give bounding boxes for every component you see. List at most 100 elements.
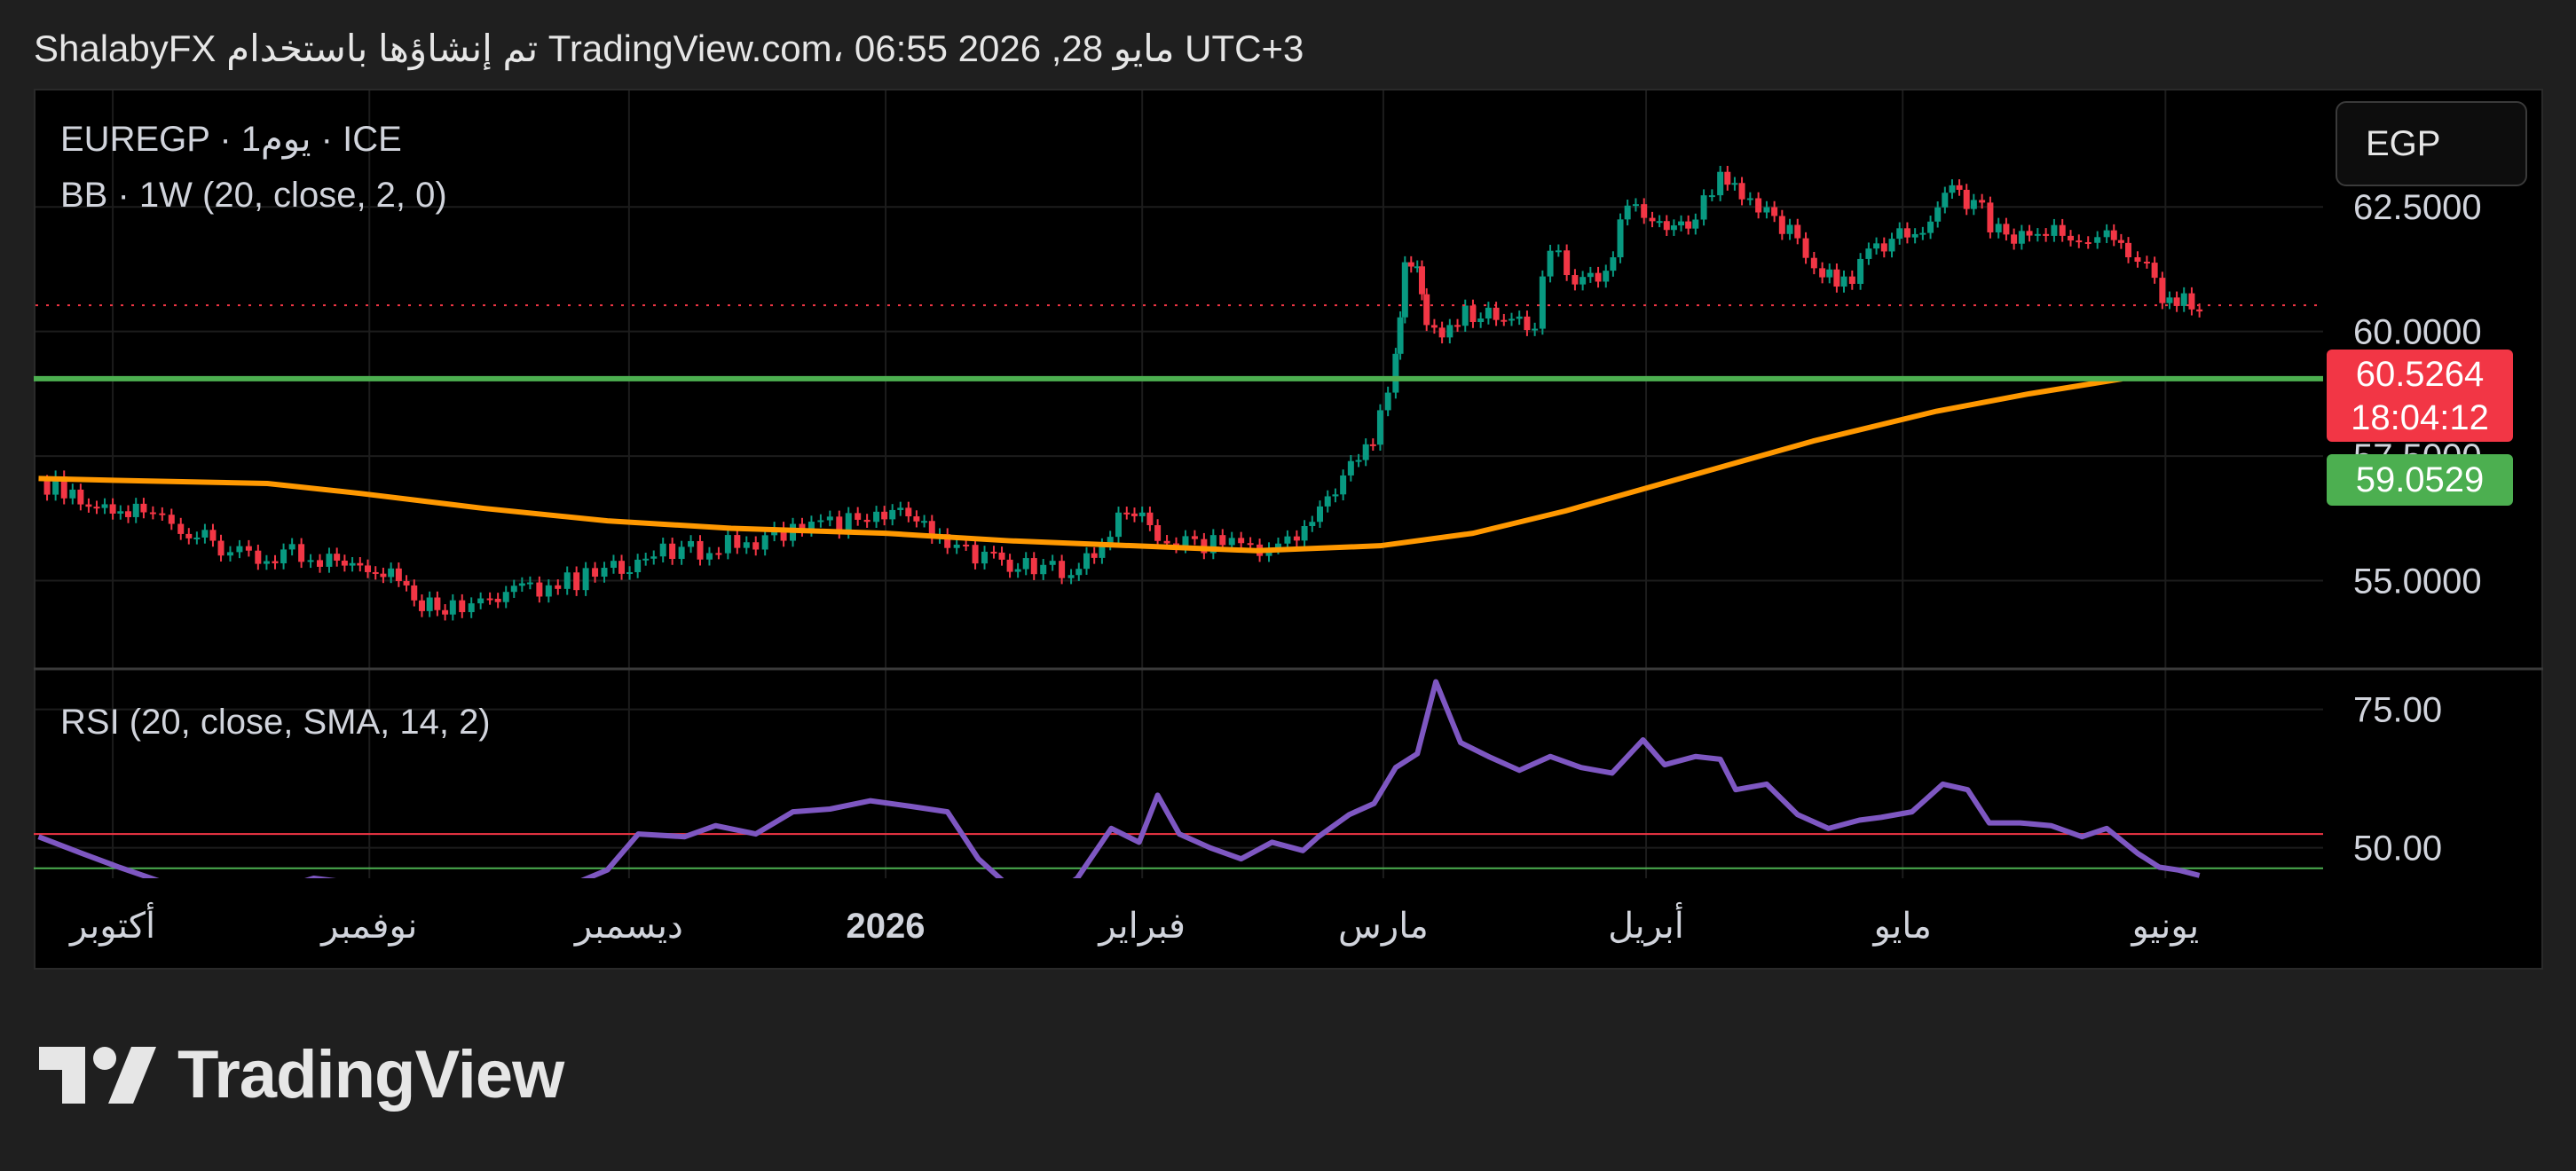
candle-body	[1049, 561, 1056, 565]
candle-body	[1332, 494, 1339, 497]
symbol-legend[interactable]: EUREGP · 1يوم · ICE	[60, 119, 402, 160]
candle	[193, 531, 201, 545]
candle	[2173, 291, 2180, 312]
rsi-legend[interactable]: RSI (20, close, SMA, 14, 2)	[60, 703, 491, 743]
price-axis-label: 62.5000	[2353, 188, 2482, 227]
candle-body	[2059, 224, 2066, 236]
candle	[1384, 386, 1391, 417]
candle	[897, 501, 904, 516]
candle-body	[1022, 558, 1029, 570]
candle	[1376, 404, 1383, 452]
candle-body	[2125, 242, 2132, 258]
candle	[724, 529, 731, 560]
candle	[468, 597, 475, 618]
candle-body	[972, 545, 979, 564]
candle	[634, 554, 642, 578]
time-axis-label: مايو	[1871, 907, 1931, 947]
candle	[1763, 200, 1770, 219]
candle	[1564, 244, 1571, 281]
candle	[395, 562, 402, 587]
candle-body	[1579, 277, 1587, 285]
candle	[1903, 222, 1910, 244]
candle-body	[1632, 204, 1639, 207]
time-axis-label: يونيو	[2130, 907, 2199, 947]
candle-body	[2043, 233, 2050, 236]
candle	[582, 562, 589, 596]
candle-body	[963, 544, 970, 546]
candle-body	[1919, 232, 1926, 235]
candle-body	[442, 609, 449, 615]
candle-body	[981, 551, 989, 564]
candle-body	[1191, 536, 1198, 539]
candle-body	[1927, 221, 1934, 233]
candle-body	[1477, 318, 1485, 323]
candle	[642, 553, 650, 566]
candle-body	[149, 512, 156, 515]
candle-body	[117, 511, 124, 514]
candle-body	[545, 585, 552, 597]
rsi-axis-label: 75.00	[2353, 691, 2442, 730]
candle	[1778, 209, 1785, 240]
candle-body	[863, 519, 870, 523]
candle	[217, 534, 225, 562]
candle	[1617, 213, 1624, 263]
candle-body	[1700, 195, 1707, 220]
candle	[1927, 216, 1934, 240]
candle-body	[334, 554, 341, 561]
candle-body	[426, 597, 433, 611]
candle	[2067, 230, 2074, 247]
candle-body	[1746, 198, 1753, 200]
candle	[1091, 546, 1098, 564]
candle-body	[93, 507, 100, 509]
time-axis-label: نوفمبر	[319, 907, 417, 947]
candle	[326, 547, 333, 573]
candle-body	[1963, 189, 1970, 209]
candle	[2051, 218, 2058, 242]
bb-legend[interactable]: BB · 1W (20, close, 2, 0)	[60, 176, 447, 216]
candle	[2125, 237, 2132, 263]
price-axis-label: 55.0000	[2353, 562, 2482, 601]
candle-body	[1903, 228, 1910, 238]
candle-body	[1865, 248, 1872, 259]
candle-body	[468, 603, 475, 613]
currency-button[interactable]: EGP	[2336, 101, 2527, 186]
candle	[1942, 186, 1949, 214]
candle-body	[2067, 235, 2074, 241]
candle-body	[2034, 233, 2041, 236]
candle	[873, 506, 880, 529]
candle	[2094, 231, 2101, 249]
candle-body	[1987, 202, 1994, 232]
candle-body	[1059, 561, 1066, 578]
candle	[101, 498, 108, 515]
candle	[1603, 264, 1610, 288]
candle	[913, 510, 920, 528]
candle	[298, 538, 305, 569]
candle	[1301, 520, 1308, 547]
candle-body	[1075, 569, 1083, 576]
candle-body	[881, 511, 888, 520]
candle	[743, 536, 750, 554]
candle	[2026, 224, 2033, 242]
candle-body	[1083, 553, 1090, 570]
candle-body	[1692, 219, 1699, 229]
candle	[510, 579, 517, 598]
candle-body	[1848, 276, 1855, 284]
candle-body	[1840, 276, 1847, 287]
candle	[1049, 554, 1056, 571]
candle	[2018, 224, 2025, 250]
candle	[1865, 242, 1872, 265]
candle-body	[1030, 558, 1037, 575]
candle	[1539, 270, 1546, 335]
candle	[226, 546, 233, 562]
candle	[1919, 226, 1926, 240]
candle-body	[1539, 276, 1546, 329]
candle	[1454, 318, 1461, 332]
candle-body	[263, 561, 270, 564]
candle-body	[272, 561, 279, 564]
candle-body	[193, 537, 201, 539]
candle	[2117, 233, 2124, 249]
candle	[1362, 438, 1369, 467]
candle-body	[752, 542, 760, 550]
candle-body	[317, 560, 324, 567]
candle	[972, 538, 979, 570]
